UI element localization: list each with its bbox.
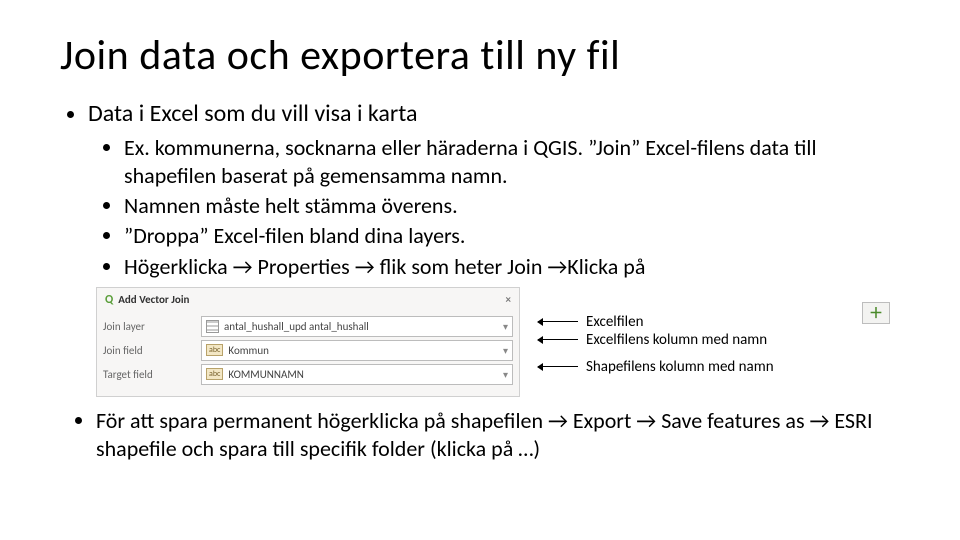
- bullet-1: Data i Excel som du vill visa i karta: [88, 99, 900, 128]
- layer-icon: [206, 320, 219, 333]
- annotation-excelfile: Excelfilen: [586, 313, 643, 331]
- target-field-combo[interactable]: abc KOMMUNNAMN ▾: [201, 364, 513, 385]
- subbullet-2: Namnen måste helt stämma överens.: [124, 192, 900, 220]
- annotation-excelcolumn: Excelfilens kolumn med namn: [586, 331, 767, 349]
- arrow-left-icon: [538, 339, 578, 340]
- join-layer-combo[interactable]: antal_hushall_upd antal_hushall ▾: [201, 316, 513, 337]
- annotations: Excelfilen Excelfilens kolumn med namn S…: [538, 313, 774, 376]
- join-field-value: Kommun: [228, 344, 268, 357]
- abc-icon: abc: [206, 368, 223, 380]
- join-layer-value: antal_hushall_upd antal_hushall: [224, 320, 369, 333]
- close-icon[interactable]: ×: [506, 293, 511, 306]
- target-field-value: KOMMUNNAMN: [228, 368, 303, 381]
- add-join-button[interactable]: ＋: [862, 302, 890, 324]
- subbullet-5: För att spara permanent högerklicka på s…: [96, 407, 900, 463]
- arrow-left-icon: [538, 366, 578, 367]
- dialog-title: Add Vector Join: [118, 293, 189, 306]
- chevron-down-icon: ▾: [503, 344, 508, 357]
- subbullet-4: Högerklicka → Properties → flik som hete…: [124, 253, 900, 281]
- bullet-list: Data i Excel som du vill visa i karta Ex…: [60, 99, 900, 281]
- add-vector-join-dialog: Q Add Vector Join × Join layer antal_hus…: [96, 287, 520, 397]
- subbullet-1: Ex. kommunerna, socknarna eller häradern…: [124, 134, 900, 190]
- join-layer-label: Join layer: [103, 320, 191, 333]
- arrow-left-icon: [538, 321, 578, 322]
- abc-icon: abc: [206, 344, 223, 356]
- target-field-label: Target field: [103, 368, 191, 381]
- qgis-icon: Q: [105, 293, 113, 307]
- chevron-down-icon: ▾: [503, 320, 508, 333]
- annotation-shapecolumn: Shapefilens kolumn med namn: [586, 358, 774, 376]
- subbullet-3: ”Droppa” Excel-filen bland dina layers.: [124, 222, 900, 250]
- slide-title: Join data och exportera till ny fil: [60, 30, 900, 81]
- join-field-combo[interactable]: abc Kommun ▾: [201, 340, 513, 361]
- chevron-down-icon: ▾: [503, 368, 508, 381]
- join-field-label: Join field: [103, 344, 191, 357]
